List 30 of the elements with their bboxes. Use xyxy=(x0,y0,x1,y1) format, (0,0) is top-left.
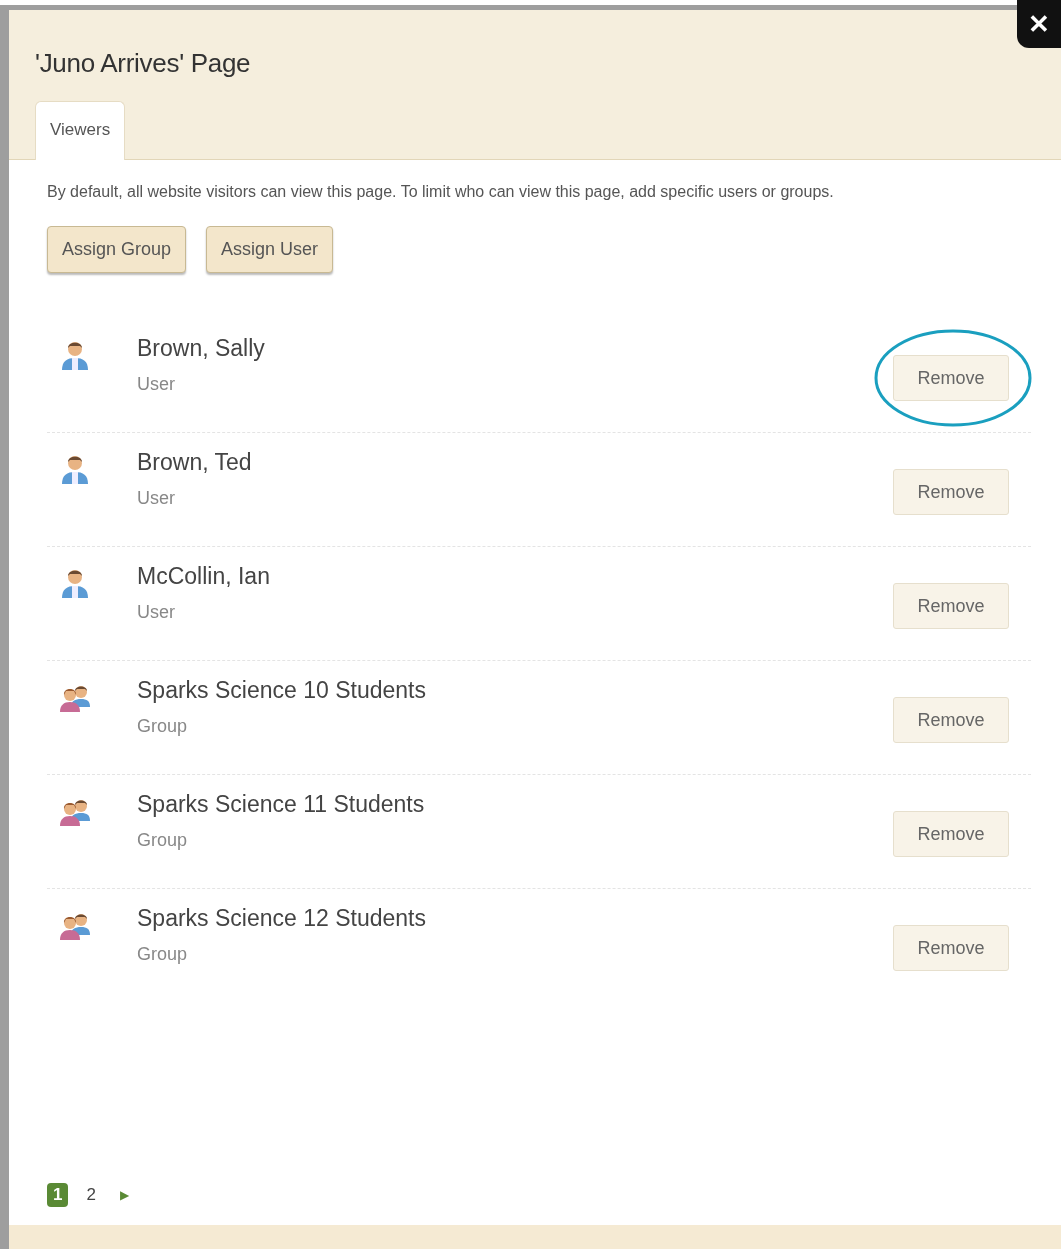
viewer-type: User xyxy=(137,374,176,395)
viewer-name: Sparks Science 10 Students xyxy=(137,677,426,704)
viewer-type: Group xyxy=(137,944,189,965)
remove-button[interactable]: Remove xyxy=(893,469,1009,515)
viewers-tab[interactable]: Viewers xyxy=(35,101,126,160)
viewer-type: User xyxy=(137,602,176,623)
remove-button[interactable]: Remove xyxy=(893,583,1009,629)
viewer-type: User xyxy=(137,488,176,509)
viewer-name: Brown, Sally xyxy=(137,335,265,362)
dialog-title: 'Juno Arrives' Page xyxy=(35,48,252,79)
description-text: By default, all website visitors can view this page. To limit who can view this page, add specific users or groups. xyxy=(47,182,835,202)
viewer-name: McCollin, Ian xyxy=(137,563,270,590)
assign-button[interactable]: Assign Group xyxy=(47,226,187,273)
viewer-name: Sparks Science 12 Students xyxy=(137,905,426,932)
page-button[interactable]: 2 xyxy=(80,1183,102,1207)
next-page-button[interactable]: ▶ xyxy=(113,1188,135,1202)
remove-button[interactable]: Remove xyxy=(893,925,1009,971)
viewer-type: Group xyxy=(137,716,189,737)
user-icon xyxy=(59,567,91,599)
user-icon xyxy=(59,453,91,485)
remove-button[interactable]: Remove xyxy=(893,355,1009,401)
remove-button[interactable]: Remove xyxy=(893,811,1009,857)
user-icon xyxy=(59,339,91,371)
close-button[interactable]: ✕ xyxy=(1017,0,1061,48)
assign-button[interactable]: Assign User xyxy=(206,226,334,273)
remove-button[interactable]: Remove xyxy=(893,697,1009,743)
page-button[interactable]: 1 xyxy=(47,1183,69,1207)
viewer-type: Group xyxy=(137,830,189,851)
viewer-name: Sparks Science 11 Students xyxy=(137,791,425,818)
viewer-name: Brown, Ted xyxy=(137,449,252,476)
